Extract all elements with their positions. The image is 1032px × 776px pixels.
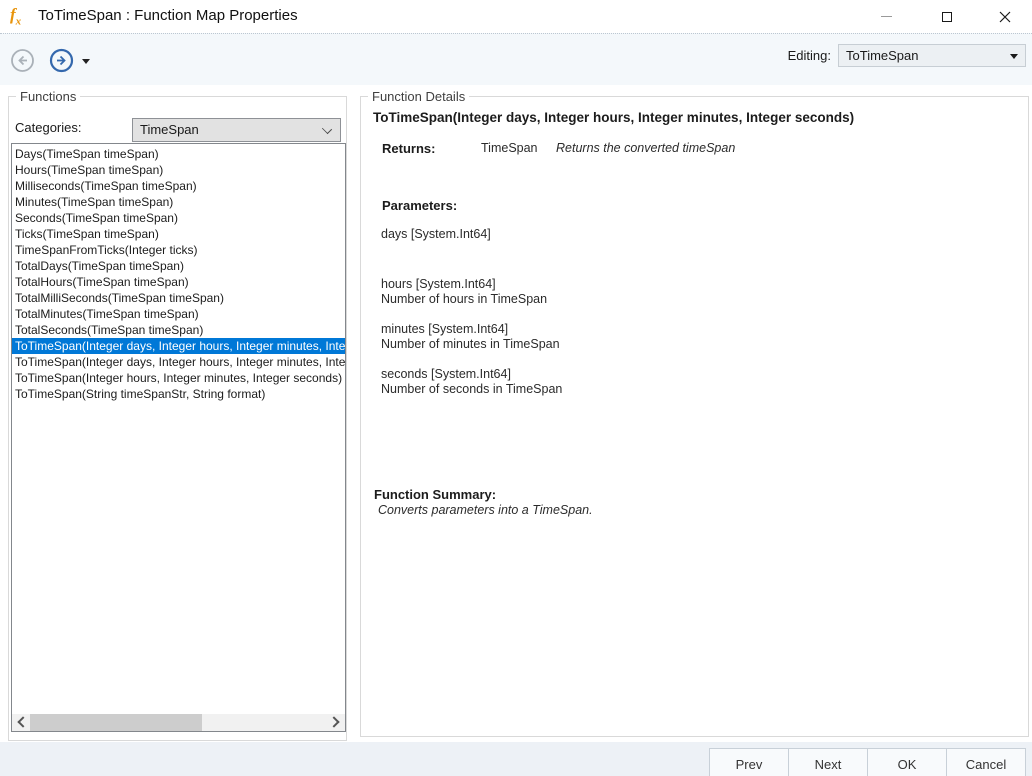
title-bar: fx ToTimeSpan : Function Map Properties bbox=[0, 0, 1032, 33]
function-listbox: Days(TimeSpan timeSpan)Hours(TimeSpan ti… bbox=[11, 143, 346, 732]
dropdown-arrow-icon bbox=[1010, 54, 1018, 59]
forward-icon bbox=[49, 48, 74, 73]
editing-group: Editing: ToTimeSpan bbox=[788, 44, 1026, 67]
next-button[interactable]: Next bbox=[788, 748, 868, 776]
toolbar: Editing: ToTimeSpan bbox=[0, 33, 1032, 85]
parameter-description: Number of minutes in TimeSpan bbox=[381, 337, 562, 352]
function-details-group-label: Function Details bbox=[368, 89, 469, 104]
parameter-name: minutes [System.Int64] bbox=[381, 322, 562, 337]
categories-combobox-value: TimeSpan bbox=[140, 122, 199, 137]
fx-function-icon: fx bbox=[10, 5, 21, 27]
parameter-description: Number of hours in TimeSpan bbox=[381, 292, 562, 307]
parameter-block: seconds [System.Int64]Number of seconds … bbox=[381, 367, 562, 397]
categories-label: Categories: bbox=[15, 120, 81, 135]
cancel-button[interactable]: Cancel bbox=[946, 748, 1026, 776]
parameter-block: days [System.Int64] bbox=[381, 227, 562, 242]
back-button[interactable] bbox=[10, 48, 35, 73]
maximize-icon bbox=[942, 12, 952, 22]
parameter-name: days [System.Int64] bbox=[381, 227, 562, 242]
list-item[interactable]: TotalDays(TimeSpan timeSpan) bbox=[12, 258, 345, 274]
parameter-block: minutes [System.Int64]Number of minutes … bbox=[381, 322, 562, 352]
list-item[interactable]: TimeSpanFromTicks(Integer ticks) bbox=[12, 242, 345, 258]
list-item[interactable]: Milliseconds(TimeSpan timeSpan) bbox=[12, 178, 345, 194]
function-summary-label: Function Summary: bbox=[374, 487, 496, 502]
returns-type: TimeSpan bbox=[481, 141, 538, 155]
returns-row: Returns: TimeSpan Returns the converted … bbox=[361, 141, 1028, 157]
editing-combobox-value: ToTimeSpan bbox=[846, 48, 919, 63]
scroll-left-arrow-icon[interactable] bbox=[17, 716, 28, 727]
horizontal-scrollbar[interactable] bbox=[12, 714, 345, 731]
parameters-label: Parameters: bbox=[382, 198, 457, 213]
editing-combobox[interactable]: ToTimeSpan bbox=[838, 44, 1026, 67]
list-item[interactable]: TotalHours(TimeSpan timeSpan) bbox=[12, 274, 345, 290]
list-item[interactable]: TotalMinutes(TimeSpan timeSpan) bbox=[12, 306, 345, 322]
function-list: Days(TimeSpan timeSpan)Hours(TimeSpan ti… bbox=[12, 146, 345, 714]
list-item[interactable]: ToTimeSpan(Integer days, Integer hours, … bbox=[12, 338, 345, 354]
minimize-icon bbox=[881, 16, 892, 17]
maximize-button[interactable] bbox=[924, 0, 969, 33]
function-summary-text: Converts parameters into a TimeSpan. bbox=[378, 503, 593, 517]
function-signature: ToTimeSpan(Integer days, Integer hours, … bbox=[373, 110, 854, 125]
parameter-description: Number of seconds in TimeSpan bbox=[381, 382, 562, 397]
list-item[interactable]: ToTimeSpan(Integer days, Integer hours, … bbox=[12, 354, 345, 370]
function-map-properties-window: fx ToTimeSpan : Function Map Properties bbox=[0, 0, 1032, 776]
close-button[interactable] bbox=[982, 0, 1027, 33]
parameter-name: hours [System.Int64] bbox=[381, 277, 562, 292]
list-item[interactable]: Ticks(TimeSpan timeSpan) bbox=[12, 226, 345, 242]
close-icon bbox=[999, 11, 1011, 23]
ok-button[interactable]: OK bbox=[867, 748, 947, 776]
list-item[interactable]: Days(TimeSpan timeSpan) bbox=[12, 146, 345, 162]
forward-button[interactable] bbox=[49, 48, 74, 73]
categories-combobox[interactable]: TimeSpan bbox=[132, 118, 341, 142]
functions-groupbox: Functions Categories: TimeSpan Days(Time… bbox=[8, 96, 347, 741]
scrollbar-thumb[interactable] bbox=[30, 714, 202, 731]
parameters-list: days [System.Int64]hours [System.Int64]N… bbox=[381, 227, 562, 412]
parameter-name: seconds [System.Int64] bbox=[381, 367, 562, 382]
chevron-down-icon bbox=[322, 124, 332, 134]
scroll-right-arrow-icon[interactable] bbox=[328, 716, 339, 727]
functions-group-label: Functions bbox=[16, 89, 80, 104]
footer-buttons: PrevNextOKCancel bbox=[710, 748, 1026, 776]
minimize-button[interactable] bbox=[864, 0, 909, 33]
list-item[interactable]: Hours(TimeSpan timeSpan) bbox=[12, 162, 345, 178]
footer: PrevNextOKCancel bbox=[0, 742, 1032, 776]
forward-dropdown-caret-icon[interactable] bbox=[82, 59, 90, 64]
list-item[interactable]: ToTimeSpan(Integer hours, Integer minute… bbox=[12, 370, 345, 386]
returns-description: Returns the converted timeSpan bbox=[556, 141, 735, 155]
editing-label: Editing: bbox=[788, 48, 831, 63]
returns-label: Returns: bbox=[382, 141, 435, 156]
list-item[interactable]: TotalMilliSeconds(TimeSpan timeSpan) bbox=[12, 290, 345, 306]
prev-button[interactable]: Prev bbox=[709, 748, 789, 776]
back-icon bbox=[10, 48, 35, 73]
list-item[interactable]: Minutes(TimeSpan timeSpan) bbox=[12, 194, 345, 210]
list-item[interactable]: Seconds(TimeSpan timeSpan) bbox=[12, 210, 345, 226]
parameter-block: hours [System.Int64]Number of hours in T… bbox=[381, 277, 562, 307]
list-item[interactable]: TotalSeconds(TimeSpan timeSpan) bbox=[12, 322, 345, 338]
window-title: ToTimeSpan : Function Map Properties bbox=[38, 7, 298, 24]
function-details-groupbox: Function Details ToTimeSpan(Integer days… bbox=[360, 96, 1029, 737]
list-item[interactable]: ToTimeSpan(String timeSpanStr, String fo… bbox=[12, 386, 345, 402]
